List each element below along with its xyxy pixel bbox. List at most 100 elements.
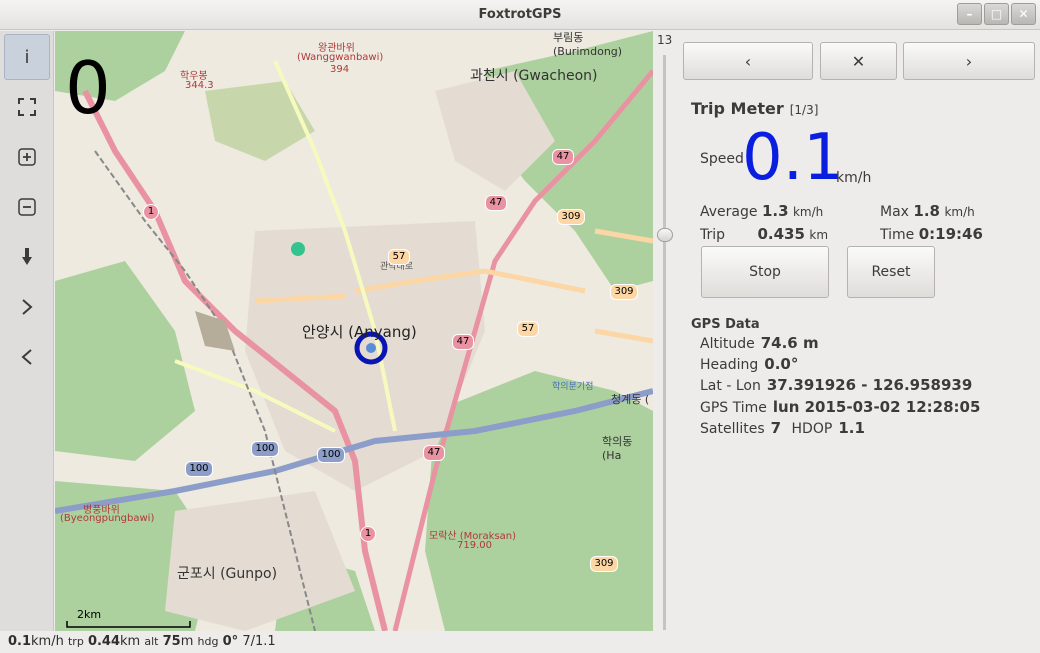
route-shield-100c: 100 <box>317 447 345 463</box>
status-speed-unit: km/h <box>31 634 64 649</box>
map-label-hakubong-height: 344.3 <box>185 80 214 91</box>
altitude-label: Altitude <box>700 336 755 352</box>
route-shield-309b: 309 <box>610 284 638 300</box>
map-view[interactable]: 과천시 (Gwacheon) 안양시 (Anyang) 군포시 (Gunpo) … <box>55 31 653 631</box>
next-button[interactable] <box>4 284 50 330</box>
autocenter-button[interactable] <box>4 234 50 280</box>
route-shield-309c: 309 <box>590 556 618 572</box>
prev-page-button[interactable]: ‹ <box>683 42 813 80</box>
title-bar: FoxtrotGPS – □ ✕ <box>0 0 1040 30</box>
hdop-value: 1.1 <box>838 419 865 437</box>
zoom-out-button[interactable] <box>4 184 50 230</box>
map-label-peak-en: (Wanggwanbawi) <box>297 52 384 63</box>
fullscreen-button[interactable] <box>4 84 50 130</box>
window-title: FoxtrotGPS <box>478 7 562 22</box>
close-panel-button[interactable]: ✕ <box>820 42 897 80</box>
close-window-button[interactable]: ✕ <box>1011 3 1036 25</box>
route-shield-1b: 1 <box>360 526 376 542</box>
reset-button[interactable]: Reset <box>847 246 935 298</box>
zoom-in-button[interactable] <box>4 134 50 180</box>
chevron-right-icon <box>22 299 33 315</box>
prev-button[interactable] <box>4 334 50 380</box>
zoom-out-icon <box>18 198 36 216</box>
map-toolbar: i <box>0 31 54 631</box>
status-alt-unit: m <box>180 634 194 649</box>
hdop-label: HDOP <box>791 421 833 437</box>
route-shield-47d: 47 <box>423 445 445 461</box>
time-value: 0:19:46 <box>918 225 983 243</box>
map-label-junction: 학의분기점 <box>552 382 594 392</box>
status-trp-unit: km <box>120 634 141 649</box>
average-stat: Average 1.3 km/h <box>700 202 823 220</box>
route-shield-47c: 47 <box>452 334 474 350</box>
latlon-value: 37.391926 - 126.958939 <box>766 376 973 394</box>
route-shield-100b: 100 <box>251 441 279 457</box>
speed-unit: km/h <box>836 170 872 186</box>
max-label: Max <box>880 204 909 220</box>
info-panel: ‹ ✕ › Trip Meter [1/3] Speed 0.1 km/h Ave… <box>676 31 1040 631</box>
route-shield-47: 47 <box>552 149 574 165</box>
route-shield-100: 100 <box>185 461 213 477</box>
trip-meter-header: Trip Meter [1/3] <box>691 99 818 118</box>
map-overlay-number: 0 <box>65 46 111 130</box>
status-hdg-label: hdg <box>197 635 219 648</box>
map-label-moraksan-height: 719.00 <box>457 540 492 551</box>
map-label-gwacheon: 과천시 (Gwacheon) <box>470 68 598 84</box>
max-stat: Max 1.8 km/h <box>880 202 975 220</box>
route-shield-1: 1 <box>143 204 159 220</box>
map-label-gunpo: 군포시 (Gunpo) <box>177 566 278 582</box>
zoom-in-icon <box>18 148 36 166</box>
trip-stat: Trip 0.435 km <box>700 225 828 243</box>
map-label-cheonggye: 청계동 ( <box>611 393 650 406</box>
fullscreen-icon <box>18 98 36 116</box>
max-unit: km/h <box>944 205 975 219</box>
zoom-level-label: 13 <box>657 33 673 47</box>
gps-data-title: GPS Data <box>691 317 760 332</box>
average-label: Average <box>700 204 758 220</box>
map-label-anyang: 안양시 (Anyang) <box>302 323 417 341</box>
gps-time-value: lun 2015-03-02 12:28:05 <box>772 398 981 416</box>
altitude-row: Altitude 74.6 m <box>700 334 819 352</box>
speed-value: 0.1 <box>742 121 844 195</box>
trip-label: Trip <box>700 227 726 243</box>
minimize-button[interactable]: – <box>957 3 982 25</box>
stop-button[interactable]: Stop <box>701 246 829 298</box>
next-page-button[interactable]: › <box>903 42 1035 80</box>
trip-unit: km <box>809 228 829 242</box>
satellites-row: Satellites 7 HDOP 1.1 <box>700 419 865 437</box>
autocenter-icon <box>22 248 32 265</box>
latlon-label: Lat - Lon <box>700 378 761 394</box>
map-label-byeongpung-en: (Byeongpungbawi) <box>60 513 155 524</box>
status-speed: 0.1 <box>8 634 32 649</box>
status-bar: 0.1km/h trp 0.44km alt 75m hdg 0° 7/1.1 <box>0 631 1040 653</box>
time-label: Time <box>880 227 915 243</box>
zoom-slider-track[interactable] <box>663 55 666 630</box>
satellites-value: 7 <box>770 419 782 437</box>
gps-time-label: GPS Time <box>700 400 767 416</box>
map-label-peak-height: 394 <box>330 64 350 75</box>
route-shield-57: 57 <box>388 249 410 265</box>
info-icon: i <box>24 46 30 68</box>
heading-value: 0.0° <box>764 355 799 373</box>
latlon-row: Lat - Lon 37.391926 - 126.958939 <box>700 376 972 394</box>
map-label-burimdong: 부림동 (Burimdong) <box>553 31 623 58</box>
info-button[interactable]: i <box>4 34 50 80</box>
average-unit: km/h <box>792 205 824 219</box>
trip-value: 0.435 <box>757 225 805 243</box>
average-value: 1.3 <box>761 202 789 220</box>
satellites-label: Satellites <box>700 421 765 437</box>
status-trp: 0.44 <box>87 634 121 649</box>
status-sats: 7/1.1 <box>242 634 276 649</box>
route-shield-47b: 47 <box>485 195 507 211</box>
app-window: FoxtrotGPS – □ ✕ i 과천시 (Gwacheon) 안양시 (A… <box>0 0 1040 653</box>
max-value: 1.8 <box>913 202 940 220</box>
zoom-slider-handle[interactable] <box>657 228 673 242</box>
status-trp-label: trp <box>67 635 84 648</box>
status-alt: 75 <box>162 634 181 649</box>
trip-meter-page: [1/3] <box>789 103 819 117</box>
heading-row: Heading 0.0° <box>700 355 798 373</box>
map-label-hakuidong: 학의동 (Ha <box>602 435 633 462</box>
speed-label: Speed <box>700 151 744 167</box>
altitude-value: 74.6 m <box>760 334 819 352</box>
maximize-button[interactable]: □ <box>984 3 1009 25</box>
